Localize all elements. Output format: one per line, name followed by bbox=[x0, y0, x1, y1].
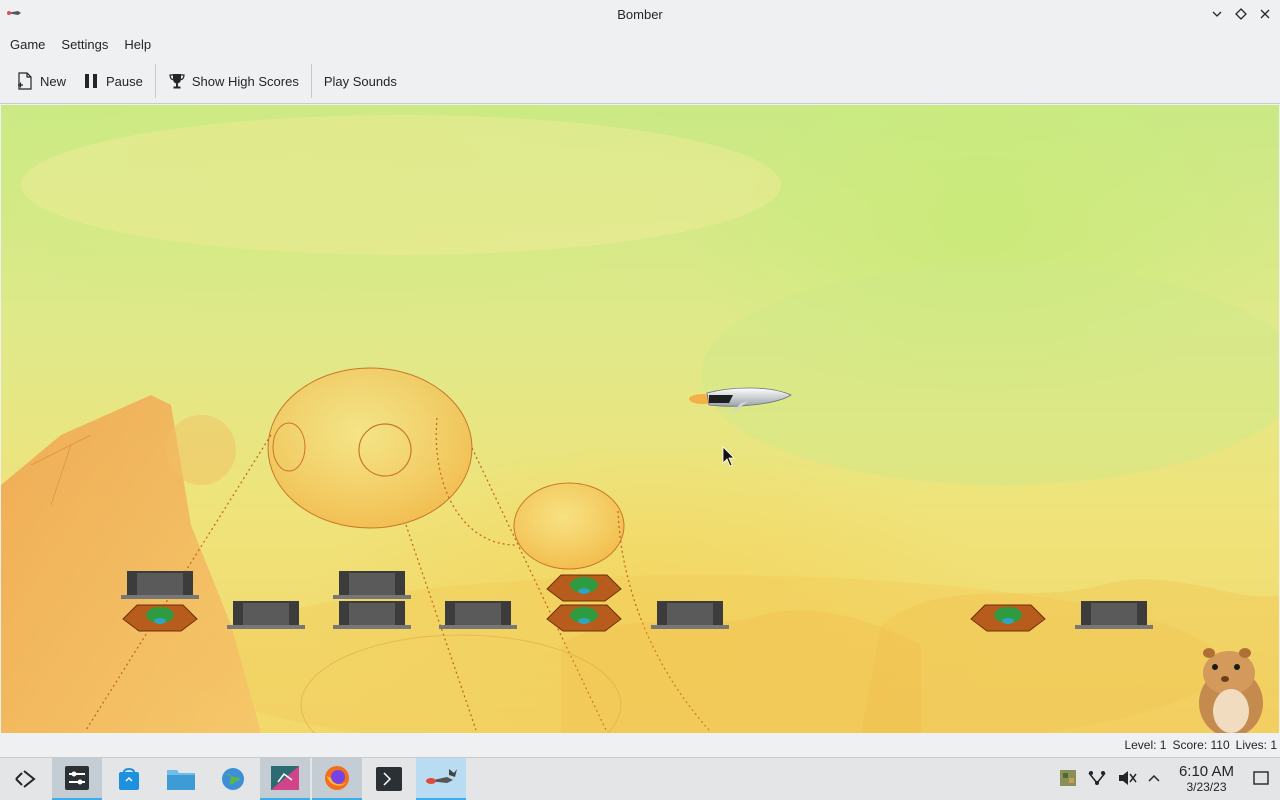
system-tray: 6:10 AM 3/23/23 bbox=[1059, 758, 1280, 800]
firefox-icon[interactable] bbox=[312, 758, 362, 800]
menu-help[interactable]: Help bbox=[116, 33, 159, 56]
clock[interactable]: 6:10 AM 3/23/23 bbox=[1179, 764, 1234, 794]
balloon-large bbox=[267, 367, 473, 529]
menu-settings[interactable]: Settings bbox=[53, 33, 116, 56]
pause-button[interactable]: Pause bbox=[74, 64, 151, 98]
application-launcher-icon[interactable] bbox=[0, 758, 50, 800]
discover-icon[interactable] bbox=[104, 758, 154, 800]
show-hidden-icon[interactable] bbox=[1147, 772, 1161, 787]
clock-date: 3/23/23 bbox=[1186, 779, 1227, 794]
toolbar-separator bbox=[154, 64, 156, 98]
bomber-app-icon bbox=[7, 11, 21, 15]
kde-app-icon[interactable] bbox=[260, 758, 310, 800]
menu-game[interactable]: Game bbox=[2, 33, 53, 56]
status-bar: Level: 1 Score: 110 Lives: 1 bbox=[0, 733, 1280, 757]
game-scene bbox=[1, 115, 1279, 733]
steam-game-icon[interactable] bbox=[1059, 769, 1077, 790]
show-high-scores-label: Show High Scores bbox=[191, 73, 299, 89]
title-bar: Bomber bbox=[0, 0, 1280, 29]
toolbar: New Pause Show High Scores Play Sounds bbox=[0, 59, 1280, 104]
file-manager-icon[interactable] bbox=[156, 758, 206, 800]
show-desktop-icon[interactable] bbox=[1252, 769, 1270, 790]
new-document-icon bbox=[16, 72, 34, 90]
pause-label: Pause bbox=[106, 73, 143, 89]
balloon-small bbox=[513, 482, 625, 570]
score-indicator: Score: 110 bbox=[1172, 738, 1230, 752]
minimize-icon[interactable] bbox=[1208, 5, 1226, 23]
browser-globe-icon[interactable] bbox=[208, 758, 258, 800]
toolbar-separator bbox=[310, 64, 312, 98]
play-sounds-label: Play Sounds bbox=[323, 73, 397, 89]
close-icon[interactable] bbox=[1256, 5, 1274, 23]
level-indicator: Level: 1 bbox=[1124, 738, 1167, 752]
planet-sphere bbox=[166, 415, 236, 485]
maximize-icon[interactable] bbox=[1232, 5, 1250, 23]
window-title: Bomber bbox=[617, 7, 663, 22]
play-sounds-button[interactable]: Play Sounds bbox=[316, 64, 405, 98]
new-game-label: New bbox=[40, 73, 67, 89]
cloud-shape bbox=[701, 265, 1279, 485]
clock-time: 6:10 AM bbox=[1178, 763, 1234, 781]
volume-muted-icon[interactable] bbox=[1117, 769, 1137, 790]
taskbar: 6:10 AM 3/23/23 bbox=[0, 757, 1280, 800]
bomber-icon[interactable] bbox=[416, 758, 466, 800]
trophy-icon bbox=[168, 72, 186, 90]
system-settings-icon[interactable] bbox=[52, 758, 102, 800]
pause-icon bbox=[82, 72, 100, 90]
mouse-cursor bbox=[722, 446, 735, 467]
show-high-scores-button[interactable]: Show High Scores bbox=[160, 64, 307, 98]
menu-bar: Game Settings Help bbox=[0, 29, 1280, 59]
game-canvas[interactable] bbox=[1, 105, 1279, 733]
terminal-icon[interactable] bbox=[364, 758, 414, 800]
network-icon[interactable] bbox=[1087, 769, 1107, 790]
cloud-shape bbox=[21, 115, 781, 255]
lives-indicator: Lives: 1 bbox=[1235, 738, 1277, 752]
new-game-button[interactable]: New bbox=[8, 64, 74, 98]
